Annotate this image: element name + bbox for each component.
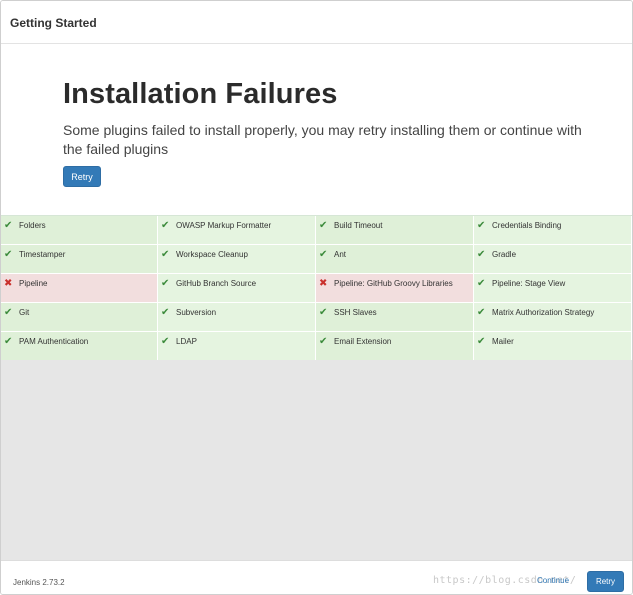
hero-section: Installation Failures Some plugins faile… [63, 78, 583, 159]
dialog-header: Getting Started [1, 1, 632, 44]
check-icon: ✔ [161, 336, 170, 347]
plugin-item: ✔ Timestamper [1, 245, 158, 274]
plugin-name: Pipeline: Stage View [492, 279, 566, 288]
plugin-name: Pipeline [19, 279, 48, 288]
dialog-footer: Jenkins 2.73.2 https://blog.csdn.net/ Co… [1, 560, 632, 594]
cross-icon: ✖ [4, 278, 13, 289]
plugin-item: ✔ OWASP Markup Formatter [158, 216, 316, 245]
check-icon: ✔ [161, 220, 170, 231]
plugin-name: OWASP Markup Formatter [176, 221, 272, 230]
setup-wizard-dialog: Getting Started Installation Failures So… [0, 0, 633, 595]
plugin-name: Folders [19, 221, 46, 230]
plugin-item: ✔ Pipeline: Stage View [474, 274, 632, 303]
plugin-item: ✔ GitHub Branch Source [158, 274, 316, 303]
plugin-name: Timestamper [19, 250, 66, 259]
check-icon: ✔ [161, 307, 170, 318]
plugin-item: ✔ Matrix Authorization Strategy [474, 303, 632, 332]
check-icon: ✔ [477, 336, 486, 347]
plugin-item: ✔ Folders [1, 216, 158, 245]
plugin-name: Subversion [176, 308, 217, 317]
plugin-name: SSH Slaves [334, 308, 377, 317]
plugin-name: Git [19, 308, 30, 317]
check-icon: ✔ [319, 249, 328, 260]
retry-button[interactable]: Retry [63, 166, 101, 187]
continue-link[interactable]: Continue [537, 576, 569, 585]
plugin-item: ✔ Git [1, 303, 158, 332]
check-icon: ✔ [477, 278, 486, 289]
check-icon: ✔ [319, 307, 328, 318]
page-title: Installation Failures [63, 78, 338, 110]
empty-content-area [1, 360, 632, 560]
plugin-item: ✔ Ant [316, 245, 474, 274]
check-icon: ✔ [477, 249, 486, 260]
check-icon: ✔ [4, 249, 13, 260]
plugin-name: Build Timeout [334, 221, 383, 230]
jenkins-version: Jenkins 2.73.2 [13, 578, 65, 587]
plugin-item: ✔ Build Timeout [316, 216, 474, 245]
check-icon: ✔ [4, 307, 13, 318]
plugin-name: GitHub Branch Source [176, 279, 257, 288]
check-icon: ✔ [4, 336, 13, 347]
plugin-name: Matrix Authorization Strategy [492, 308, 595, 317]
footer-retry-button[interactable]: Retry [587, 571, 624, 592]
plugin-name: Pipeline: GitHub Groovy Libraries [334, 279, 453, 288]
plugin-item: ✔ Credentials Binding [474, 216, 632, 245]
plugin-status-grid: ✔ Folders ✔ OWASP Markup Formatter ✔ Build Ti… [1, 215, 632, 361]
plugin-item: ✔ Mailer [474, 332, 632, 361]
plugin-name: Credentials Binding [492, 221, 562, 230]
plugin-name: Gradle [492, 250, 517, 259]
check-icon: ✔ [477, 220, 486, 231]
plugin-item: ✔ Gradle [474, 245, 632, 274]
check-icon: ✔ [4, 220, 13, 231]
plugin-name: Mailer [492, 337, 514, 346]
plugin-name: Workspace Cleanup [176, 250, 248, 259]
plugin-item: ✔ Email Extension [316, 332, 474, 361]
plugin-name: Email Extension [334, 337, 392, 346]
plugin-item: ✔ LDAP [158, 332, 316, 361]
plugin-name: Ant [334, 250, 347, 259]
plugin-item: ✔ SSH Slaves [316, 303, 474, 332]
cross-icon: ✖ [319, 278, 328, 289]
plugin-item: ✔ Workspace Cleanup [158, 245, 316, 274]
check-icon: ✔ [161, 278, 170, 289]
check-icon: ✔ [319, 220, 328, 231]
plugin-name: LDAP [176, 337, 197, 346]
plugin-item: ✔ PAM Authentication [1, 332, 158, 361]
check-icon: ✔ [477, 307, 486, 318]
plugin-name: PAM Authentication [19, 337, 89, 346]
failure-description: Some plugins failed to install properly,… [63, 122, 582, 157]
dialog-title: Getting Started [10, 16, 97, 30]
plugin-item: ✔ Subversion [158, 303, 316, 332]
check-icon: ✔ [319, 336, 328, 347]
plugin-item: ✖ Pipeline [1, 274, 158, 303]
plugin-item: ✖ Pipeline: GitHub Groovy Libraries [316, 274, 474, 303]
check-icon: ✔ [161, 249, 170, 260]
